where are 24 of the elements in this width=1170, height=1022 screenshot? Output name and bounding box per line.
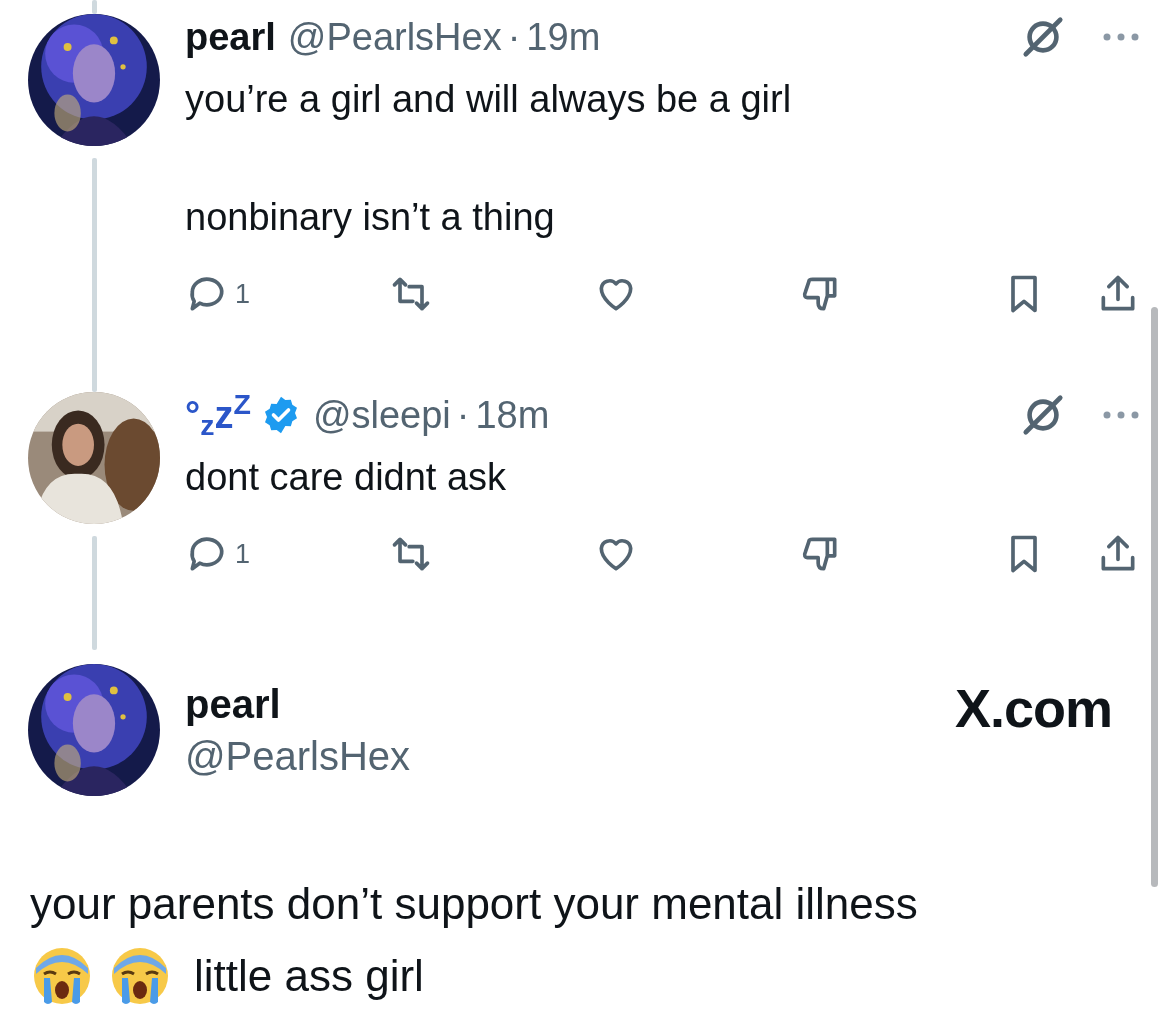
post-text: your parents don’t support your mental illness <box>30 878 919 930</box>
separator-dot: · <box>507 15 521 60</box>
separator-dot: · <box>456 393 470 438</box>
display-name: pearl <box>185 681 282 728</box>
scrollbar[interactable] <box>1151 307 1158 887</box>
post-text: you’re a girl and will always be a girl <box>185 77 793 122</box>
post-text: little ass girl <box>194 950 424 1002</box>
post-time: 19m <box>526 15 601 60</box>
display-name: °$_{z}$z$^{Z}$ <box>185 392 251 438</box>
user-handle: @sleepi <box>312 393 451 438</box>
slashed-circle-icon[interactable] <box>1020 392 1066 438</box>
reply-count: 1 <box>235 537 251 571</box>
post-text: dont care didnt ask <box>185 455 508 500</box>
thread-line <box>91 0 97 14</box>
user-handle: @PearlsHex <box>185 733 411 780</box>
display-name: pearl <box>185 15 276 60</box>
post-time: 18m <box>475 393 550 438</box>
post-text: nonbinary isn’t a thing <box>185 195 556 240</box>
more-options-icon[interactable] <box>1102 31 1140 43</box>
user-handle: @PearlsHex <box>287 15 502 60</box>
more-options-icon[interactable] <box>1102 409 1140 421</box>
site-label: X.com <box>954 678 1112 740</box>
reply-count: 1 <box>235 277 251 311</box>
slashed-circle-icon[interactable] <box>1020 14 1066 60</box>
